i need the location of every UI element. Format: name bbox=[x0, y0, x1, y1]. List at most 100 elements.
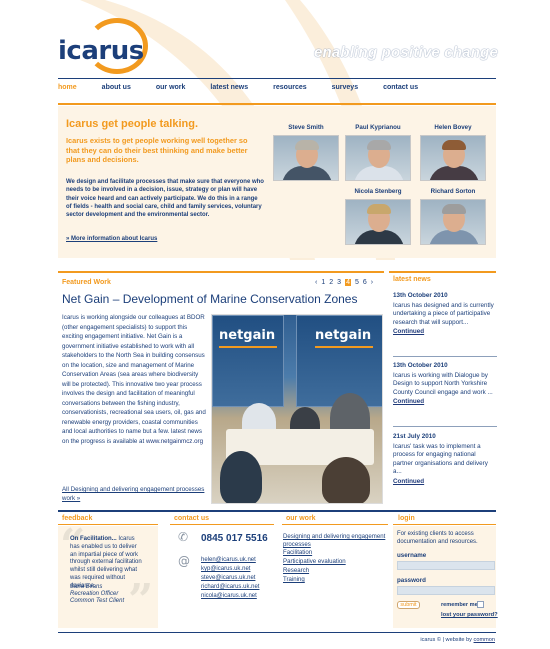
nav-contact-us[interactable]: contact us bbox=[383, 84, 418, 96]
news-divider-top bbox=[389, 271, 496, 273]
featured-body: Icarus is working alongside our colleagu… bbox=[62, 313, 206, 446]
nav-surveys[interactable]: surveys bbox=[332, 84, 358, 96]
team-photo bbox=[345, 199, 411, 245]
feedback-role: Recreation Officer bbox=[70, 591, 119, 598]
news-item: 13th October 2010 Icarus has designed an… bbox=[393, 292, 497, 337]
news-excerpt: Icarus is working with Dialogue by Desig… bbox=[393, 371, 493, 396]
header-divider bbox=[58, 78, 496, 79]
login-intro: For existing clients to access documenta… bbox=[397, 531, 478, 545]
feedback-quote-title: On Facilitation... bbox=[70, 536, 117, 542]
team-member-name: Helen Bovey bbox=[434, 124, 472, 131]
phone-icon: ✆ bbox=[178, 530, 189, 544]
pager-page-current[interactable]: 4 bbox=[345, 279, 351, 286]
nav-our-work[interactable]: our work bbox=[156, 84, 186, 96]
work-link[interactable]: Facilitation bbox=[283, 549, 387, 557]
our-work-label: our work bbox=[286, 515, 316, 522]
logo-text: icarus bbox=[58, 36, 144, 66]
meeting-person bbox=[322, 457, 370, 503]
contact-email[interactable]: steve@icarus.uk.net bbox=[201, 575, 255, 581]
pager-page[interactable]: 1 bbox=[321, 279, 325, 286]
contact-email[interactable]: richard@icarus.uk.net bbox=[201, 584, 259, 590]
featured-pager: ‹ 1 2 3 4 5 6 › bbox=[315, 279, 377, 286]
work-link[interactable]: Training bbox=[283, 576, 387, 584]
news-divider bbox=[393, 426, 497, 427]
team-member[interactable]: Helen Bovey bbox=[420, 124, 486, 181]
icarus-logo[interactable]: icarus bbox=[58, 18, 150, 74]
team-member[interactable]: Paul Kyprianou bbox=[345, 124, 411, 181]
news-divider bbox=[393, 356, 497, 357]
pager-page[interactable]: 2 bbox=[329, 279, 333, 286]
team-member[interactable]: Nicola Stenberg bbox=[345, 188, 411, 245]
pager-next[interactable]: › bbox=[371, 279, 373, 286]
footer-website-link[interactable]: common bbox=[474, 637, 495, 643]
more-info-link[interactable]: » More information about Icarus bbox=[66, 236, 157, 242]
footer-copyright: icarus © bbox=[420, 637, 441, 643]
feedback-quote: On Facilitation... Icarus has enabled us… bbox=[70, 536, 144, 591]
featured-divider bbox=[58, 271, 384, 273]
main-navigation: home about us our work latest news resou… bbox=[58, 84, 496, 96]
feedback-org: Common Test Client bbox=[70, 598, 125, 605]
news-date: 13th October 2010 bbox=[393, 292, 448, 299]
feedback-attribution: Saira Evans Recreation Officer Common Te… bbox=[70, 584, 144, 606]
contact-email[interactable]: helen@icarus.uk.net bbox=[201, 557, 256, 563]
featured-photo: netgain netgain bbox=[211, 314, 383, 504]
login-label: login bbox=[398, 515, 415, 522]
contact-label: contact us bbox=[174, 515, 210, 522]
featured-work-label: Featured Work bbox=[62, 279, 111, 286]
featured-url-link[interactable]: www.netgainmcz.org bbox=[146, 438, 203, 445]
news-continued-link[interactable]: Continued bbox=[393, 478, 424, 487]
news-date: 13th October 2010 bbox=[393, 362, 448, 369]
password-input[interactable] bbox=[397, 586, 495, 595]
news-continued-link[interactable]: Continued bbox=[393, 328, 424, 337]
team-member-name: Steve Smith bbox=[288, 124, 324, 131]
nav-about-us[interactable]: about us bbox=[102, 84, 131, 96]
work-link[interactable]: Participative evaluation bbox=[283, 558, 387, 566]
hero-body: We design and facilitate processes that … bbox=[66, 179, 264, 219]
bottom-divider bbox=[58, 510, 496, 512]
username-input[interactable] bbox=[397, 561, 495, 570]
submit-button[interactable]: submit bbox=[397, 601, 420, 609]
login-rule bbox=[393, 524, 496, 525]
team-member-name: Richard Sorton bbox=[430, 188, 476, 195]
pager-page[interactable]: 5 bbox=[355, 279, 359, 286]
contact-email[interactable]: nicola@icarus.uk.net bbox=[201, 593, 257, 599]
featured-body-text: Icarus is working alongside our colleagu… bbox=[62, 314, 206, 445]
team-photo bbox=[420, 135, 486, 181]
team-member[interactable]: Richard Sorton bbox=[420, 188, 486, 245]
work-link[interactable]: Designing and delivering engagement proc… bbox=[283, 533, 387, 549]
news-item: 13th October 2010 Icarus is working with… bbox=[393, 362, 497, 407]
news-continued-link[interactable]: Continued bbox=[393, 398, 424, 407]
email-icon: @ bbox=[178, 554, 190, 568]
feedback-name: Saira Evans bbox=[70, 584, 103, 590]
password-label: password bbox=[397, 577, 426, 584]
footer: icarus © | website by common bbox=[420, 637, 495, 643]
nav-latest-news[interactable]: latest news bbox=[210, 84, 248, 96]
remember-me-checkbox[interactable] bbox=[477, 601, 484, 608]
netgain-banner: netgain bbox=[296, 315, 382, 407]
pager-prev[interactable]: ‹ bbox=[315, 279, 317, 286]
footer-website-prefix: website by bbox=[445, 637, 472, 643]
nav-resources[interactable]: resources bbox=[273, 84, 306, 96]
remember-me-label: remember me bbox=[441, 602, 478, 608]
work-link[interactable]: Research bbox=[283, 567, 387, 575]
pager-page[interactable]: 6 bbox=[363, 279, 367, 286]
footer-divider bbox=[58, 632, 496, 633]
all-work-link[interactable]: All Designing and delivering engagement … bbox=[62, 486, 206, 503]
hero-panel: Icarus get people talking. Icarus exists… bbox=[58, 106, 496, 258]
netgain-banner-logo: netgain bbox=[315, 328, 372, 343]
nav-home[interactable]: home bbox=[58, 84, 77, 96]
team-member[interactable]: Steve Smith bbox=[273, 124, 339, 181]
team-photo bbox=[345, 135, 411, 181]
pager-page[interactable]: 3 bbox=[337, 279, 341, 286]
news-excerpt: Icarus has designed and is currently und… bbox=[393, 301, 494, 326]
news-excerpt: Icarus' task was to implement a process … bbox=[393, 442, 488, 476]
nav-divider bbox=[58, 103, 496, 105]
contact-rule bbox=[170, 524, 274, 525]
news-item: 21st July 2010 Icarus' task was to imple… bbox=[393, 433, 497, 486]
team-member-name: Paul Kyprianou bbox=[355, 124, 401, 131]
contact-email[interactable]: kyp@icarus.uk.net bbox=[201, 566, 250, 572]
meeting-person bbox=[220, 451, 262, 503]
lost-password-link[interactable]: lost your password? bbox=[441, 612, 498, 618]
hero-title: Icarus get people talking. bbox=[66, 118, 199, 130]
team-photo bbox=[420, 199, 486, 245]
